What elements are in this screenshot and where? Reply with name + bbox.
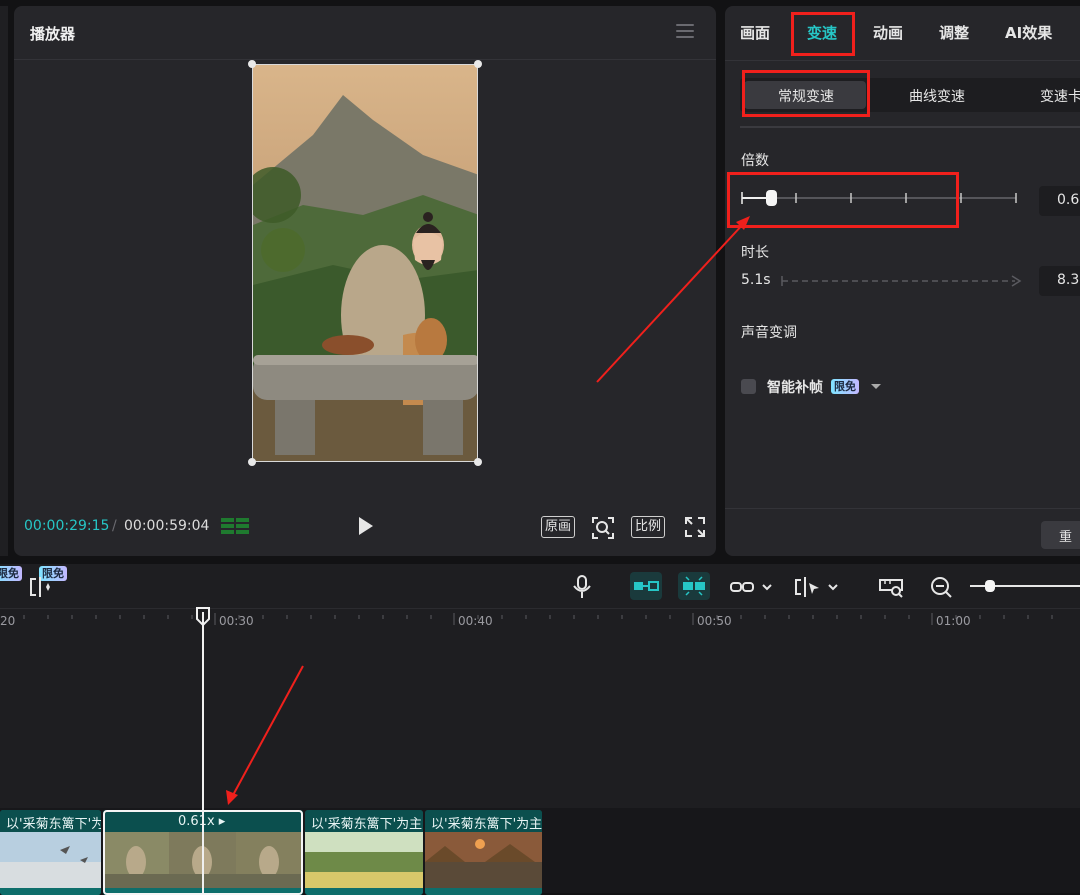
annotation-arrows <box>226 216 750 805</box>
